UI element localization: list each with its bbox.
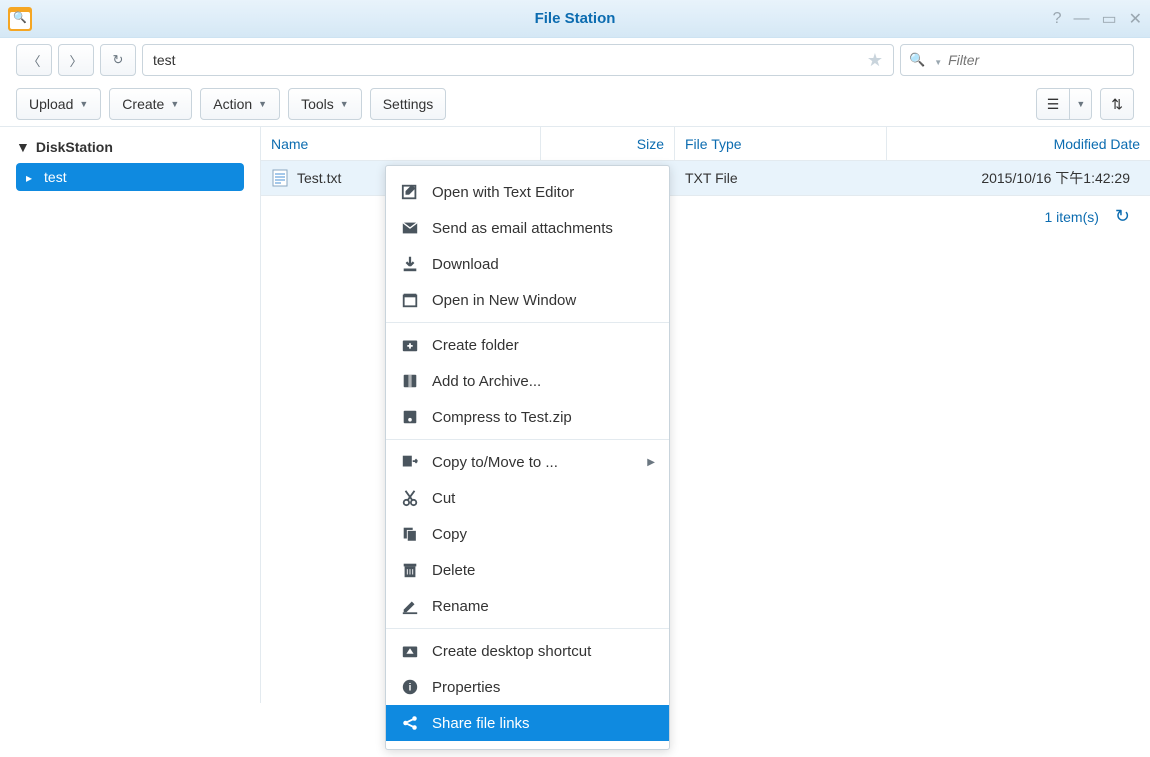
menu-item-newwin[interactable]: Open in New Window — [386, 282, 669, 318]
menu-item-copy[interactable]: Copy — [386, 516, 669, 552]
upload-button[interactable]: Upload▼ — [16, 88, 101, 120]
menu-label: Add to Archive... — [432, 373, 541, 390]
menu-label: Open with Text Editor — [432, 184, 574, 201]
tree-node-test[interactable]: test — [16, 163, 244, 191]
toolbar: Upload▼ Create▼ Action▼ Tools▼ Settings … — [0, 82, 1150, 126]
grid-header: Name Size File Type Modified Date — [261, 127, 1150, 161]
svg-text:i: i — [409, 683, 412, 694]
navbar: 〈 〉 ↻ ★ 🔍 — [0, 38, 1150, 82]
menu-item-download[interactable]: Download — [386, 246, 669, 282]
file-name: Test.txt — [297, 170, 341, 186]
menu-item-compress[interactable]: Compress to Test.zip — [386, 399, 669, 435]
addfolder-icon — [400, 335, 420, 355]
menu-label: Compress to Test.zip — [432, 409, 572, 426]
menu-label: Download — [432, 256, 499, 273]
window-controls: ? — ▭ ✕ — [1053, 9, 1142, 29]
action-button[interactable]: Action▼ — [200, 88, 280, 120]
tools-button[interactable]: Tools▼ — [288, 88, 362, 120]
search-input[interactable] — [948, 52, 1125, 68]
menu-label: Properties — [432, 679, 500, 696]
app-icon — [8, 7, 32, 31]
content-area: Name Size File Type Modified Date Test.t… — [260, 127, 1150, 703]
maximize-icon[interactable]: ▭ — [1101, 9, 1116, 29]
menu-label: Open in New Window — [432, 292, 576, 309]
menu-item-rename[interactable]: Rename — [386, 588, 669, 624]
window-title: File Station — [535, 10, 616, 27]
menu-item-edit[interactable]: Open with Text Editor — [386, 174, 669, 210]
submenu-arrow-icon: ▶ — [647, 457, 655, 468]
item-count: 1 item(s) — [1044, 209, 1098, 225]
path-field[interactable]: ★ — [142, 44, 894, 76]
menu-label: Share file links — [432, 715, 530, 732]
col-type[interactable]: File Type — [675, 127, 887, 160]
file-date: 2015/10/16 下午1:42:29 — [887, 168, 1150, 188]
search-dropdown-icon[interactable] — [931, 53, 942, 68]
properties-icon: i — [400, 677, 420, 697]
refresh-button[interactable]: ↻ — [100, 44, 136, 76]
file-type: TXT File — [675, 170, 887, 186]
text-file-icon — [271, 169, 289, 187]
edit-icon — [400, 182, 420, 202]
create-button[interactable]: Create▼ — [109, 88, 192, 120]
newwin-icon — [400, 290, 420, 310]
delete-icon — [400, 560, 420, 580]
search-icon: 🔍 — [909, 52, 925, 68]
share-icon — [400, 713, 420, 733]
favorite-icon[interactable]: ★ — [867, 50, 883, 71]
context-menu: Open with Text Editor Send as email attac… — [385, 165, 670, 750]
menu-label: Rename — [432, 598, 489, 615]
col-date[interactable]: Modified Date — [887, 127, 1150, 160]
archive-icon — [400, 371, 420, 391]
menu-item-addfolder[interactable]: Create folder — [386, 327, 669, 363]
sidebar: ▼ DiskStation test — [0, 127, 260, 703]
mail-icon — [400, 218, 420, 238]
refresh-list-button[interactable]: ↻ — [1115, 206, 1130, 227]
compress-icon — [400, 407, 420, 427]
menu-label: Delete — [432, 562, 475, 579]
menu-item-move[interactable]: Copy to/Move to ... ▶ — [386, 444, 669, 480]
rename-icon — [400, 596, 420, 616]
menu-item-shortcut[interactable]: Create desktop shortcut — [386, 633, 669, 669]
menu-item-share[interactable]: Share file links — [386, 705, 669, 741]
close-icon[interactable]: ✕ — [1129, 9, 1142, 29]
menu-item-mail[interactable]: Send as email attachments — [386, 210, 669, 246]
menu-item-archive[interactable]: Add to Archive... — [386, 363, 669, 399]
col-size[interactable]: Size — [541, 127, 675, 160]
forward-button[interactable]: 〉 — [58, 44, 94, 76]
path-input[interactable] — [153, 52, 861, 68]
list-view-button[interactable]: ☰ — [1036, 88, 1071, 120]
titlebar: File Station ? — ▭ ✕ — [0, 0, 1150, 38]
minimize-icon[interactable]: — — [1073, 9, 1089, 29]
copy-icon — [400, 524, 420, 544]
main: ▼ DiskStation test Name Size File Type M… — [0, 126, 1150, 703]
sort-button[interactable]: ⇅ — [1100, 88, 1134, 120]
shortcut-icon — [400, 641, 420, 661]
menu-label: Create desktop shortcut — [432, 643, 591, 660]
move-icon — [400, 452, 420, 472]
menu-item-delete[interactable]: Delete — [386, 552, 669, 588]
col-name[interactable]: Name — [261, 127, 541, 160]
menu-label: Copy — [432, 526, 467, 543]
search-box[interactable]: 🔍 — [900, 44, 1134, 76]
settings-button[interactable]: Settings — [370, 88, 447, 120]
view-mode-split-button: ☰ ▼ — [1036, 88, 1092, 120]
view-dropdown-button[interactable]: ▼ — [1070, 88, 1092, 120]
menu-label: Cut — [432, 490, 455, 507]
menu-item-cut[interactable]: Cut — [386, 480, 669, 516]
help-icon[interactable]: ? — [1053, 9, 1062, 29]
tree-root[interactable]: ▼ DiskStation — [16, 139, 244, 155]
cut-icon — [400, 488, 420, 508]
menu-label: Copy to/Move to ... — [432, 454, 558, 471]
menu-label: Create folder — [432, 337, 519, 354]
back-button[interactable]: 〈 — [16, 44, 52, 76]
download-icon — [400, 254, 420, 274]
menu-item-properties[interactable]: i Properties — [386, 669, 669, 705]
menu-label: Send as email attachments — [432, 220, 613, 237]
